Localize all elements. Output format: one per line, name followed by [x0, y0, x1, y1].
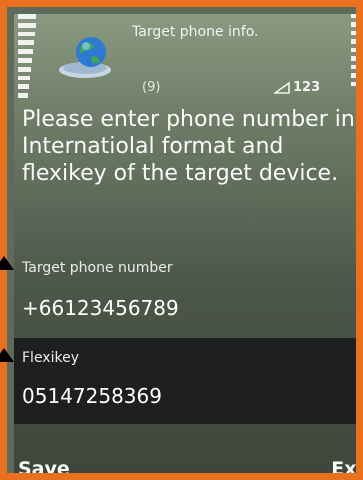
pointer-arrow-flexikey [0, 348, 14, 362]
battery-level-icon [349, 14, 356, 86]
exit-softkey[interactable]: Exi [331, 458, 356, 473]
envelope-icon [274, 81, 290, 94]
screen-title: Target phone info. [132, 24, 259, 40]
flexikey-label: Flexikey [22, 350, 79, 366]
phone-frame: Target phone info. (9) 123 Please enter … [0, 0, 363, 480]
instruction-text: Please enter phone number in Internatiol… [22, 107, 355, 186]
app-globe-icon [59, 37, 111, 78]
signal-strength-icon [18, 14, 36, 98]
save-softkey[interactable]: Save [18, 458, 70, 473]
pointer-arrow-phone [0, 256, 14, 270]
app-screen: Target phone info. (9) 123 Please enter … [14, 14, 363, 473]
phone-number-label: Target phone number [22, 260, 173, 276]
scrollbar[interactable] [357, 102, 363, 412]
message-count: 123 [293, 80, 321, 95]
message-indicator: 123 [274, 80, 320, 95]
item-counter: (9) [142, 80, 161, 95]
flexikey-field[interactable]: 05147258369 [22, 384, 162, 408]
phone-number-field[interactable]: +66123456789 [22, 296, 179, 320]
